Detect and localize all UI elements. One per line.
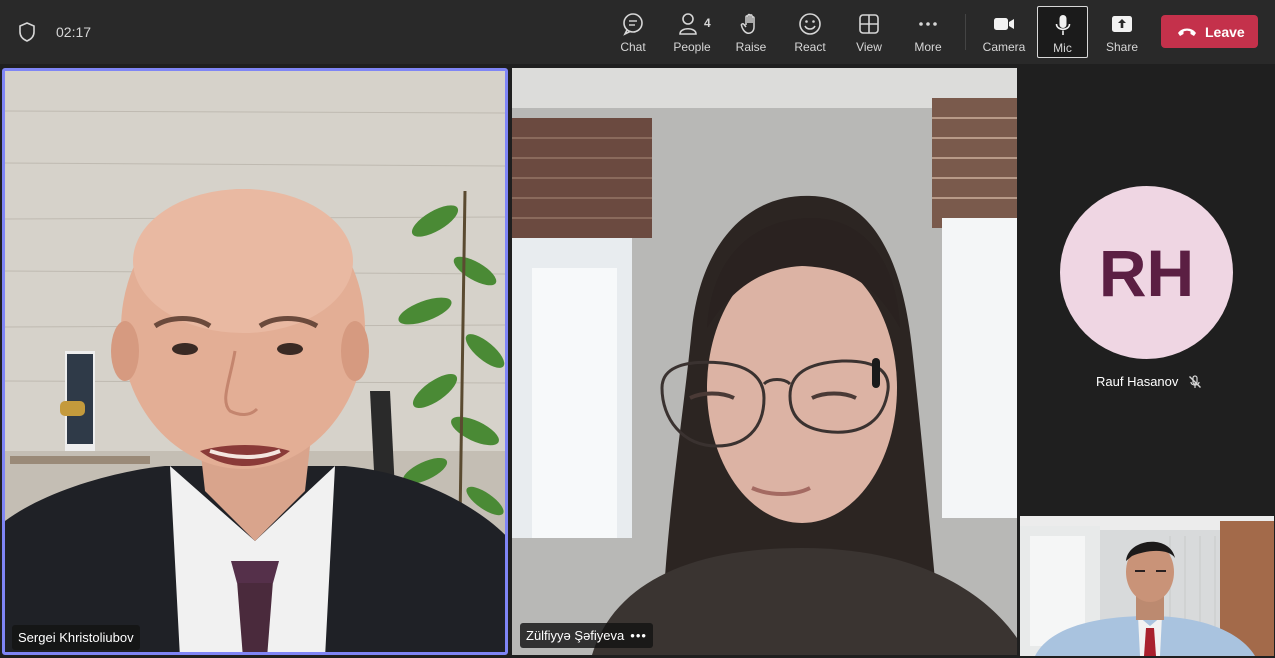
raise-label: Raise xyxy=(735,40,767,54)
grid-view-icon xyxy=(859,14,879,34)
participant-name: Zülfiyyə Şəfiyeva xyxy=(526,628,625,643)
participant-video-4 xyxy=(1020,516,1274,656)
participant-video-tile-4[interactable] xyxy=(1020,516,1274,656)
participant-video-tile-1[interactable]: Sergei Khristoliubov xyxy=(2,68,508,655)
participant-video-sergei xyxy=(5,71,505,652)
share-label: Share xyxy=(1105,40,1139,54)
react-button[interactable]: React xyxy=(789,6,831,58)
camera-button[interactable]: Camera xyxy=(980,6,1028,58)
meeting-toolbar: 02:17 Chat 4 People Raise React View Mor… xyxy=(0,0,1275,64)
toolbar-divider xyxy=(965,14,966,50)
microphone-icon xyxy=(1055,15,1070,35)
react-label: React xyxy=(794,40,826,54)
leave-label: Leave xyxy=(1205,23,1245,40)
view-label: View xyxy=(856,40,882,54)
mic-button[interactable]: Mic xyxy=(1037,6,1088,58)
chat-label: Chat xyxy=(620,40,646,54)
smiley-icon xyxy=(799,13,821,35)
people-icon xyxy=(679,13,697,35)
people-count: 4 xyxy=(704,16,711,30)
hang-up-icon xyxy=(1178,28,1196,36)
participant-name: Rauf Hasanov xyxy=(1096,374,1179,389)
shield-icon[interactable] xyxy=(18,22,36,42)
meeting-timer: 02:17 xyxy=(56,24,92,40)
mic-label: Mic xyxy=(1053,41,1072,55)
share-screen-icon xyxy=(1112,16,1132,32)
chat-icon xyxy=(623,13,643,36)
mic-muted-icon xyxy=(1189,374,1202,388)
participant-name-tag: Sergei Khristoliubov xyxy=(12,625,140,650)
more-label: More xyxy=(914,40,942,54)
share-button[interactable]: Share xyxy=(1101,6,1143,58)
avatar[interactable]: RH xyxy=(1060,186,1233,359)
participant-name-tag: Zülfiyyə Şəfiyeva ••• xyxy=(520,623,653,648)
camera-label: Camera xyxy=(982,40,1026,54)
participant-label-rauf: Rauf Hasanov xyxy=(1096,374,1202,389)
participant-video-tile-2[interactable]: Zülfiyyə Şəfiyeva ••• xyxy=(512,68,1017,655)
participant-more-options[interactable]: ••• xyxy=(630,628,647,643)
view-button[interactable]: View xyxy=(850,6,888,58)
people-label: People xyxy=(673,40,711,54)
camera-icon xyxy=(994,18,1014,30)
chat-button[interactable]: Chat xyxy=(612,6,654,58)
leave-button[interactable]: Leave xyxy=(1161,15,1258,48)
people-button[interactable]: 4 People xyxy=(668,6,716,58)
raise-hand-button[interactable]: Raise xyxy=(731,6,771,58)
more-dots-icon xyxy=(919,22,937,26)
more-button[interactable]: More xyxy=(908,6,948,58)
participant-video-zulfiyye xyxy=(512,68,1017,655)
hand-icon xyxy=(740,13,755,34)
